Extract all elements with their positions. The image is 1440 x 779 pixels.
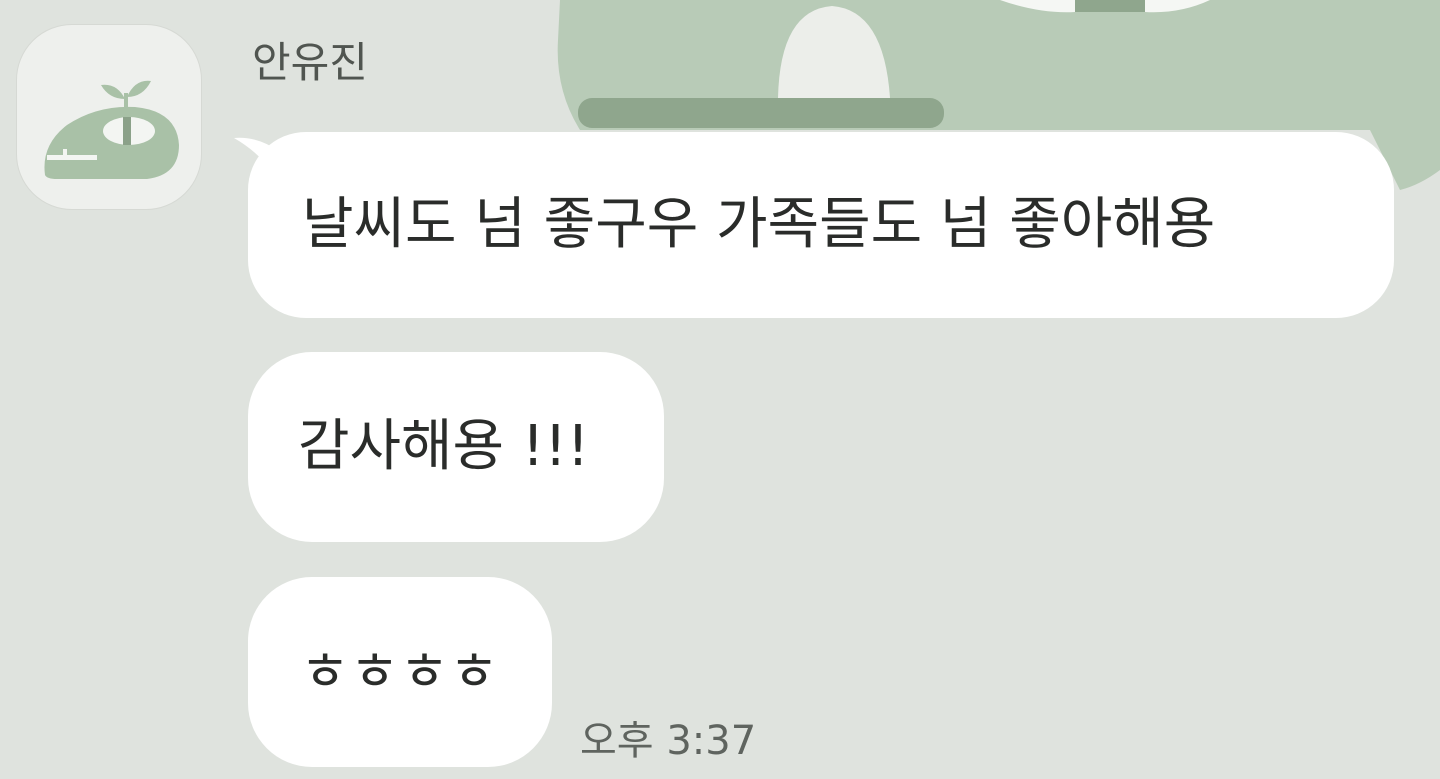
sender-avatar[interactable]: [16, 24, 202, 210]
sender-name: 안유진: [252, 38, 368, 87]
message-bubble[interactable]: 날씨도 넘 좋구우 가족들도 넘 좋아해용: [248, 132, 1394, 318]
chat-wallpaper: [0, 0, 1440, 779]
plant-sprout-creature-icon: [44, 80, 179, 179]
message-bubble[interactable]: ㅎㅎㅎㅎ: [248, 577, 552, 767]
message-bubble[interactable]: 감사해용 !!!: [248, 352, 664, 542]
message-timestamp: 오후 3:37: [580, 718, 757, 764]
